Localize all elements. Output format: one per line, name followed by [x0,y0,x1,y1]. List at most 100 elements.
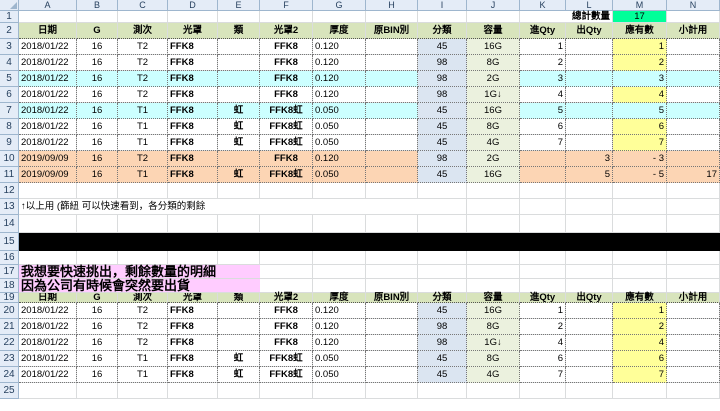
table-cell[interactable]: 2018/01/22 [19,367,77,383]
table-cell[interactable]: 2018/01/22 [19,303,77,319]
row-header-12[interactable]: 12 [0,183,19,199]
cell[interactable] [566,199,613,215]
column-header-C[interactable]: C [118,0,168,11]
cell[interactable] [520,279,566,293]
table-cell[interactable]: FFK8 [168,87,218,103]
table-cell[interactable]: 6 [613,351,667,367]
cell[interactable] [260,265,313,279]
table-cell[interactable]: FFK8 [168,167,218,183]
cell[interactable] [168,11,218,23]
cell[interactable] [467,251,520,265]
table-cell[interactable]: 8G [467,119,520,135]
table-cell[interactable]: 16 [77,303,118,319]
cell[interactable] [613,251,667,265]
row-header-24[interactable]: 24 [0,367,19,383]
column-header-N[interactable]: N [667,0,720,11]
cell[interactable] [19,251,77,265]
table-cell[interactable] [566,367,613,383]
table-cell[interactable] [566,103,613,119]
cell[interactable] [667,215,720,233]
row-header-3[interactable]: 3 [0,39,19,55]
table-cell[interactable] [667,367,720,383]
table-cell[interactable]: 2G [467,151,520,167]
cell[interactable] [218,383,260,399]
cell[interactable] [418,11,467,23]
table-cell[interactable] [218,151,260,167]
cell[interactable] [667,251,720,265]
table-cell[interactable]: 16G [467,167,520,183]
cell[interactable] [118,11,168,23]
row-header-6[interactable]: 6 [0,87,19,103]
table-cell[interactable] [366,167,418,183]
row-header-25[interactable]: 25 [0,383,19,399]
table-cell[interactable]: - 3 [613,151,667,167]
cell[interactable] [260,11,313,23]
table-cell[interactable]: 3 [613,71,667,87]
table-cell[interactable]: T1 [118,119,168,135]
cell[interactable] [566,183,613,199]
table-cell[interactable]: 2 [520,319,566,335]
cell[interactable] [366,251,418,265]
column-header-A[interactable]: A [19,0,77,11]
cell[interactable] [19,215,77,233]
table-cell[interactable] [667,303,720,319]
cell[interactable] [118,183,168,199]
table-cell[interactable] [667,87,720,103]
cell[interactable] [520,183,566,199]
table-cell[interactable] [366,367,418,383]
cell[interactable] [667,383,720,399]
cell[interactable] [418,215,467,233]
table-cell[interactable]: FFK8 [168,71,218,87]
cell[interactable] [218,215,260,233]
table-cell[interactable]: 2G [467,71,520,87]
table-cell[interactable]: 2 [613,319,667,335]
cell[interactable] [168,183,218,199]
row-header-2[interactable]: 2 [0,23,19,39]
table-cell[interactable]: FFK8 [168,55,218,71]
table-cell[interactable]: T2 [118,55,168,71]
table-cell[interactable]: 2018/01/22 [19,39,77,55]
summary-value[interactable]: 17 [613,11,667,23]
table-cell[interactable]: FFK8虹 [260,351,313,367]
table-cell[interactable] [566,335,613,351]
table-cell[interactable]: FFK8 [168,351,218,367]
table-cell[interactable]: 16 [77,55,118,71]
table-cell[interactable]: 16G [467,39,520,55]
cell[interactable] [667,11,720,23]
table-cell[interactable]: 98 [418,335,467,351]
table-cell[interactable]: 5 [613,103,667,119]
cell[interactable] [218,183,260,199]
table-cell[interactable]: 16 [77,167,118,183]
column-header-D[interactable]: D [168,0,218,11]
table-cell[interactable]: 98 [418,71,467,87]
row-header-16[interactable]: 16 [0,251,19,265]
table-cell[interactable] [218,319,260,335]
table-cell[interactable]: 0.050 [313,351,366,367]
column-header-K[interactable]: K [520,0,566,11]
table-cell[interactable]: 4 [520,335,566,351]
column-header-I[interactable]: I [418,0,467,11]
table-cell[interactable]: 98 [418,87,467,103]
cell[interactable] [313,11,366,23]
table-cell[interactable]: FFK8 [168,367,218,383]
table-cell[interactable] [566,87,613,103]
table-cell[interactable]: 45 [418,39,467,55]
table-cell[interactable] [366,103,418,119]
table-cell[interactable]: 98 [418,55,467,71]
table-cell[interactable] [366,135,418,151]
table-cell[interactable]: 8G [467,55,520,71]
table-cell[interactable] [667,351,720,367]
table-cell[interactable] [667,319,720,335]
row-header-15[interactable]: 15 [0,233,19,251]
row-header-1[interactable]: 1 [0,11,19,23]
cell[interactable] [218,251,260,265]
column-header-L[interactable]: L [566,0,613,11]
table-cell[interactable]: 0.120 [313,87,366,103]
cell[interactable] [520,383,566,399]
table-cell[interactable]: FFK8 [260,303,313,319]
row-header-9[interactable]: 9 [0,135,19,151]
cell[interactable] [613,183,667,199]
table-cell[interactable] [218,55,260,71]
table-cell[interactable]: 6 [520,119,566,135]
table-cell[interactable] [566,39,613,55]
